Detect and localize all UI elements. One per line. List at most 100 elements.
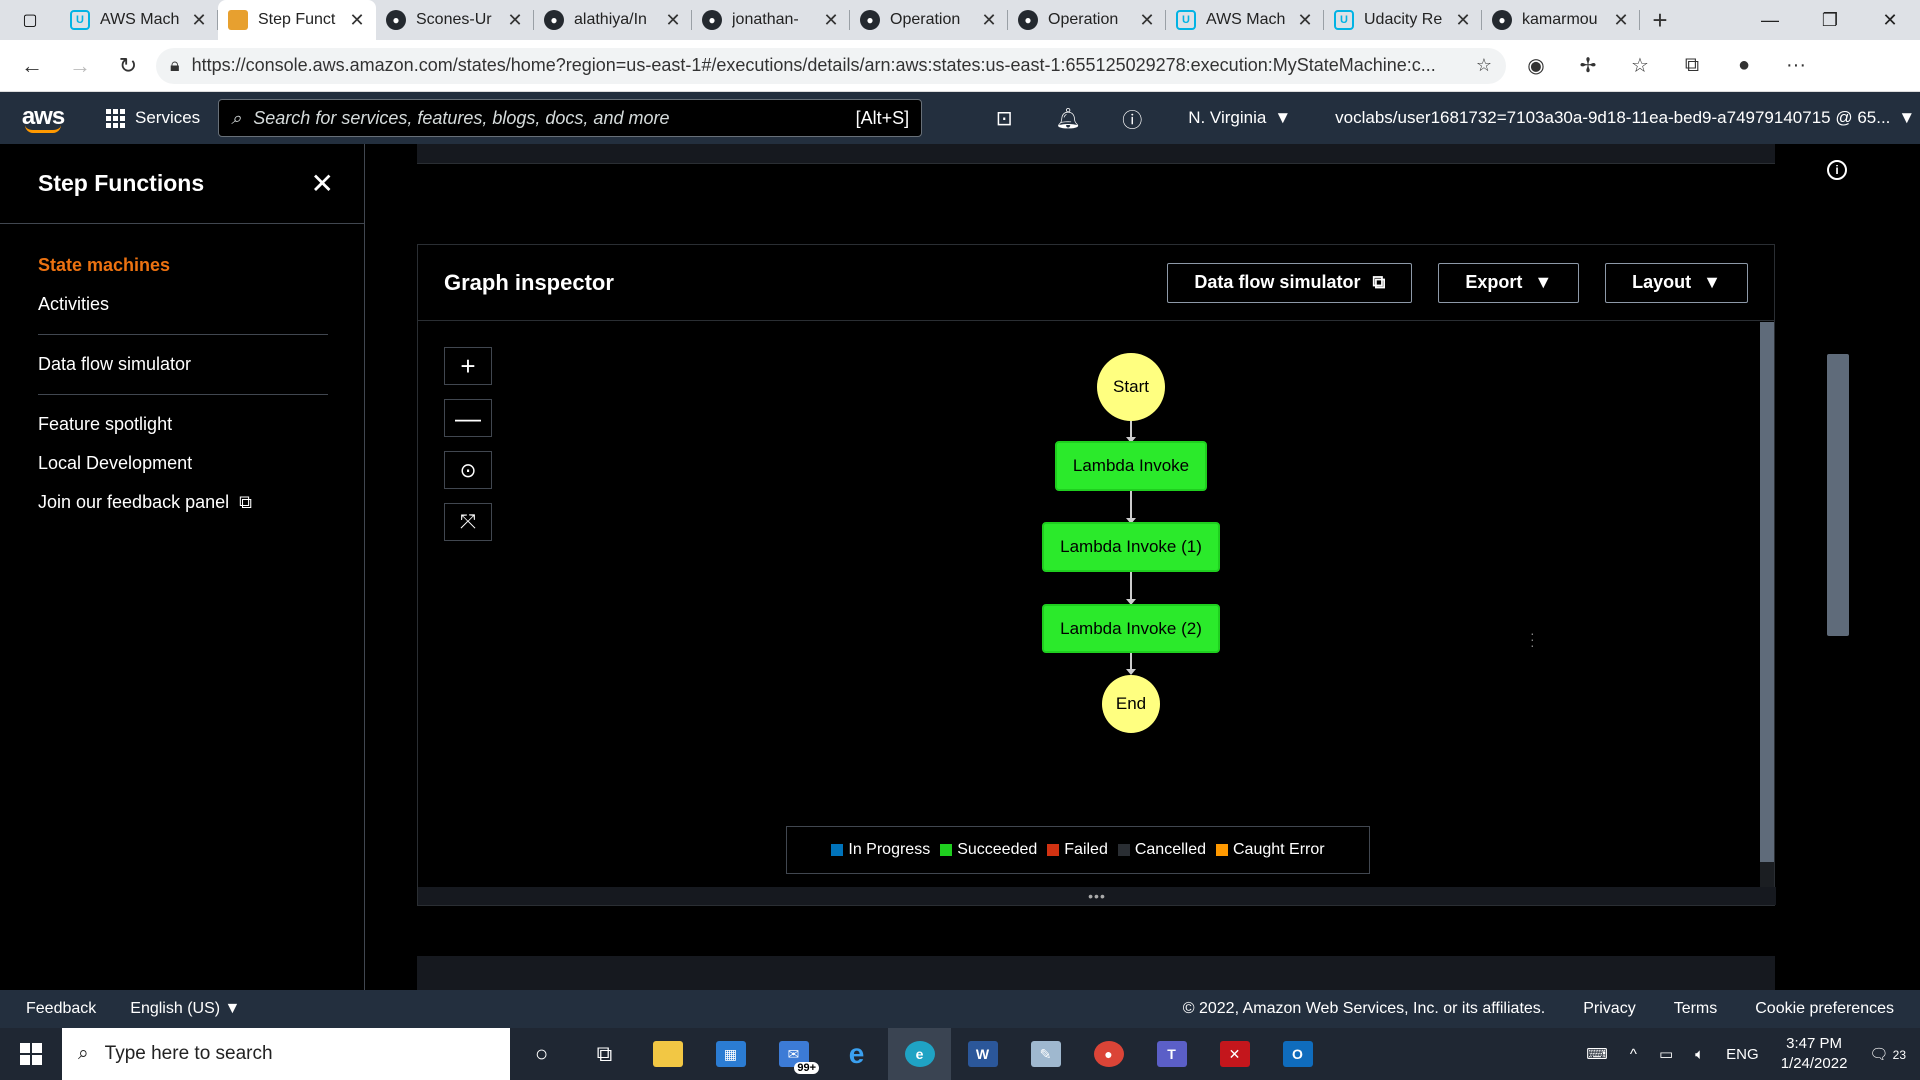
tab-close-icon[interactable]: ✕: [1612, 10, 1630, 31]
cookie-preferences-link[interactable]: Cookie preferences: [1755, 1000, 1894, 1018]
edge-browser-icon[interactable]: e: [888, 1028, 951, 1080]
system-clock[interactable]: 3:47 PM 1/24/2022: [1781, 1034, 1848, 1074]
pdf-reader-icon[interactable]: ✕: [1203, 1028, 1266, 1080]
notifications-bell-icon[interactable]: 🔔︎: [1036, 106, 1100, 131]
tab-close-icon[interactable]: ✕: [1296, 10, 1314, 31]
browser-tab[interactable]: ● kamarmou ✕: [1482, 0, 1640, 40]
sidebar-item-state-machines[interactable]: State machines: [38, 246, 326, 285]
tab-close-icon[interactable]: ✕: [664, 10, 682, 31]
cloudshell-icon[interactable]: ⊡: [972, 106, 1036, 131]
taskbar-search-input[interactable]: ⌕ Type here to search: [62, 1028, 510, 1080]
extension-avatar-icon[interactable]: ◉: [1514, 46, 1558, 86]
add-favorite-icon[interactable]: ☆: [1476, 55, 1492, 76]
input-language[interactable]: ENG: [1726, 1046, 1759, 1063]
tab-actions-icon[interactable]: ▢: [0, 0, 60, 40]
file-explorer-icon[interactable]: [636, 1028, 699, 1080]
region-selector[interactable]: N. Virginia ▼: [1164, 108, 1305, 128]
tab-close-icon[interactable]: ✕: [1454, 10, 1472, 31]
browser-tab[interactable]: U Udacity Re ✕: [1324, 0, 1482, 40]
volume-icon[interactable]: 🔈︎: [1695, 1046, 1704, 1063]
browser-tab[interactable]: ● Scones-Ur ✕: [376, 0, 534, 40]
page-scrollbar[interactable]: i: [1813, 144, 1855, 990]
browser-tab[interactable]: U AWS Mach ✕: [60, 0, 218, 40]
tab-close-icon[interactable]: ✕: [348, 10, 366, 31]
teams-icon[interactable]: T: [1140, 1028, 1203, 1080]
task-view-icon[interactable]: ⧉: [573, 1028, 636, 1080]
sidebar-item-activities[interactable]: Activities: [38, 285, 326, 324]
feedback-link[interactable]: Feedback: [26, 1000, 96, 1018]
extensions-icon[interactable]: ✢: [1566, 46, 1610, 86]
restore-icon[interactable]: ❐: [1800, 0, 1860, 40]
reload-icon[interactable]: ↻: [108, 46, 148, 86]
panel-resize-handle[interactable]: •••: [418, 887, 1776, 905]
show-hidden-icons-icon[interactable]: ^: [1630, 1046, 1637, 1063]
notepad-icon[interactable]: ✎: [1014, 1028, 1077, 1080]
graph-node-end[interactable]: End: [1102, 675, 1160, 733]
browser-tab-active[interactable]: Step Funct ✕: [218, 0, 376, 40]
minimize-icon[interactable]: —: [1740, 0, 1800, 40]
back-icon[interactable]: ←: [12, 46, 52, 86]
graph-node-lambda-invoke-2[interactable]: Lambda Invoke (2): [1042, 604, 1220, 653]
fit-to-screen-icon[interactable]: ⤧: [444, 503, 492, 541]
battery-icon[interactable]: ▭: [1659, 1045, 1673, 1063]
cortana-icon[interactable]: ○: [510, 1028, 573, 1080]
browser-tab[interactable]: ● Operation ✕: [850, 0, 1008, 40]
windows-start-icon[interactable]: [0, 1028, 62, 1080]
chrome-icon[interactable]: ●: [1077, 1028, 1140, 1080]
account-menu[interactable]: voclabs/user1681732=7103a30a-9d18-11ea-b…: [1305, 108, 1915, 128]
tab-close-icon[interactable]: ✕: [980, 10, 998, 31]
sidebar-item-local-development[interactable]: Local Development: [38, 444, 326, 483]
new-tab-icon[interactable]: +: [1640, 0, 1680, 40]
services-grid-icon: [106, 108, 125, 128]
services-menu[interactable]: Services: [86, 108, 214, 128]
split-handle-icon[interactable]: · · ·: [1530, 626, 1535, 652]
browser-tab[interactable]: ● Operation ✕: [1008, 0, 1166, 40]
browser-tab[interactable]: U AWS Mach ✕: [1166, 0, 1324, 40]
url-field[interactable]: 🔒︎ https://console.aws.amazon.com/states…: [156, 47, 1506, 84]
close-sidebar-icon[interactable]: ✕: [311, 167, 334, 200]
caret-down-icon: ▼: [224, 1000, 241, 1017]
sidebar-item-data-flow-simulator[interactable]: Data flow simulator: [38, 345, 326, 384]
export-button[interactable]: Export ▼: [1438, 262, 1580, 303]
tab-close-icon[interactable]: ✕: [190, 10, 208, 31]
aws-logo[interactable]: aws: [0, 92, 86, 144]
graph-scrollbar-thumb[interactable]: [1760, 322, 1774, 862]
browser-tab[interactable]: ● jonathan- ✕: [692, 0, 850, 40]
center-graph-icon[interactable]: ⊙: [444, 451, 492, 489]
page-scrollbar-thumb[interactable]: [1827, 354, 1849, 636]
graph-node-lambda-invoke[interactable]: Lambda Invoke: [1055, 441, 1207, 491]
language-selector[interactable]: English (US) ▼: [130, 1000, 240, 1018]
microsoft-store-icon[interactable]: ▦: [699, 1028, 762, 1080]
collections-icon[interactable]: ⧉: [1670, 46, 1714, 86]
graph-canvas[interactable]: + — ⊙ ⤧ Start Lambda Invoke Lambda Invok…: [418, 322, 1753, 889]
outlook-icon[interactable]: O: [1266, 1028, 1329, 1080]
internet-explorer-icon[interactable]: e: [825, 1028, 888, 1080]
notification-center-icon[interactable]: 🗨︎ 23: [1869, 1045, 1906, 1063]
browser-tab[interactable]: ● alathiya/In ✕: [534, 0, 692, 40]
aws-search-input[interactable]: ⌕ Search for services, features, blogs, …: [218, 99, 923, 137]
word-icon[interactable]: W: [951, 1028, 1014, 1080]
tab-close-icon[interactable]: ✕: [822, 10, 840, 31]
graph-node-start[interactable]: Start: [1097, 353, 1165, 421]
tab-close-icon[interactable]: ✕: [506, 10, 524, 31]
favorites-icon[interactable]: ☆: [1618, 46, 1662, 86]
keyboard-icon[interactable]: ⌨: [1586, 1045, 1608, 1063]
close-window-icon[interactable]: ✕: [1860, 0, 1920, 40]
privacy-link[interactable]: Privacy: [1583, 1000, 1635, 1018]
more-menu-icon[interactable]: ···: [1774, 46, 1818, 86]
tab-close-icon[interactable]: ✕: [1138, 10, 1156, 31]
zoom-in-icon[interactable]: +: [444, 347, 492, 385]
terms-link[interactable]: Terms: [1674, 1000, 1718, 1018]
info-icon[interactable]: i: [1827, 160, 1847, 180]
zoom-out-icon[interactable]: —: [444, 399, 492, 437]
forward-icon[interactable]: →: [60, 46, 100, 86]
mail-icon[interactable]: ✉ 99+: [762, 1028, 825, 1080]
data-flow-simulator-button[interactable]: Data flow simulator ⧉: [1167, 262, 1413, 303]
sidebar-item-feedback-panel[interactable]: Join our feedback panel ⧉: [38, 483, 326, 522]
graph-node-lambda-invoke-1[interactable]: Lambda Invoke (1): [1042, 522, 1220, 572]
layout-button[interactable]: Layout ▼: [1605, 262, 1748, 303]
help-icon[interactable]: ⓘ: [1100, 104, 1164, 133]
graph-scrollbar[interactable]: [1760, 322, 1774, 889]
profile-icon[interactable]: ●: [1722, 46, 1766, 86]
sidebar-item-feature-spotlight[interactable]: Feature spotlight: [38, 405, 326, 444]
